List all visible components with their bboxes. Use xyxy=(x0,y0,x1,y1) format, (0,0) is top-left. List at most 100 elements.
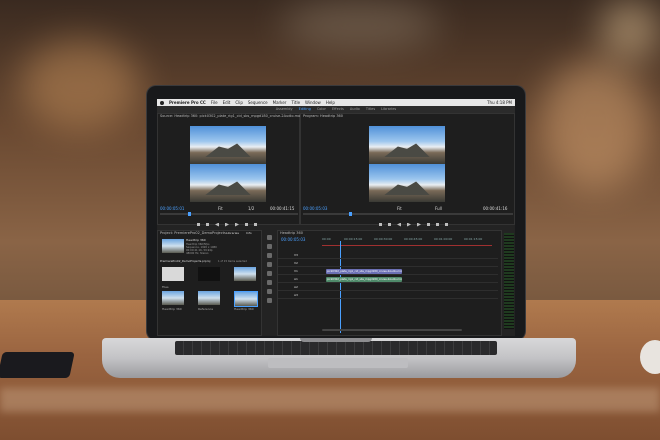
app-name[interactable]: Premiere Pro CC xyxy=(169,99,206,106)
program-mark-in-icon[interactable] xyxy=(379,223,382,226)
type-tool-icon[interactable] xyxy=(267,298,272,303)
background-bokeh xyxy=(540,60,650,190)
insert-icon[interactable] xyxy=(245,223,248,226)
source-resolution-select[interactable]: 1/2 xyxy=(248,206,254,211)
program-fit-select[interactable]: Fit xyxy=(397,206,402,211)
background-bokeh xyxy=(280,0,440,50)
program-transport-controls xyxy=(379,221,448,228)
ruler-tick-4: 00:01:00:00 xyxy=(434,237,453,241)
menu-help[interactable]: Help xyxy=(326,99,335,106)
bin-thumbnail-2[interactable] xyxy=(198,267,220,281)
laptop-hinge-notch xyxy=(300,338,372,342)
source-scrubber[interactable] xyxy=(160,213,298,215)
program-video-frame-top xyxy=(369,126,445,164)
workspace-editing[interactable]: Editing xyxy=(299,106,311,113)
timeline-work-area-bar[interactable] xyxy=(322,245,492,246)
workspace-assembly[interactable]: Assembly xyxy=(276,106,293,113)
workspace-titles[interactable]: Titles xyxy=(366,106,375,113)
track-a2: A2 xyxy=(278,285,498,291)
program-video-frame-bottom xyxy=(369,164,445,202)
bin-thumbnail-3[interactable] xyxy=(234,267,256,281)
slip-tool-icon[interactable] xyxy=(267,271,272,276)
program-play-icon[interactable] xyxy=(407,222,411,227)
source-monitor-title[interactable]: Source: Headtrip 360: pick0302_plate_rig… xyxy=(160,114,300,119)
overwrite-icon[interactable] xyxy=(254,223,257,226)
workspace-bar: Assembly Editing Color Effects Audio Tit… xyxy=(157,106,515,113)
step-forward-icon[interactable] xyxy=(235,222,239,227)
source-timecode[interactable]: 00:00:05:01 xyxy=(160,206,184,211)
program-step-back-icon[interactable] xyxy=(397,223,401,227)
item-count: 1 of 15 items selected xyxy=(218,260,247,263)
timeline-scrollbar[interactable] xyxy=(322,329,462,331)
program-monitor-title[interactable]: Program: Headtrip 360 xyxy=(303,114,343,119)
pen-tool-icon[interactable] xyxy=(267,280,272,285)
ruler-tick-1: 00:00:15:00 xyxy=(344,237,363,241)
source-monitor: Source: Headtrip 360: pick0302_plate_rig… xyxy=(157,113,300,225)
workspace-libraries[interactable]: Libraries xyxy=(381,106,396,113)
program-resolution-select[interactable]: Full xyxy=(435,206,442,211)
bin-label-reference: Reference xyxy=(198,307,214,311)
menu-window[interactable]: Window xyxy=(305,99,321,106)
hand-tool-icon[interactable] xyxy=(267,289,272,294)
menu-title[interactable]: Title xyxy=(291,99,300,106)
ruler-tick-2: 00:00:30:00 xyxy=(374,237,393,241)
track-v2: V2 xyxy=(278,261,498,267)
program-duration: 00:00:41:16 xyxy=(483,206,508,211)
extract-icon[interactable] xyxy=(436,223,439,226)
mark-out-icon[interactable] xyxy=(206,223,209,226)
timeline-timecode[interactable]: 00:00:05:03 xyxy=(281,237,305,242)
workspace-effects[interactable]: Effects xyxy=(332,106,344,113)
menu-edit[interactable]: Edit xyxy=(223,99,231,106)
background-bokeh xyxy=(20,40,140,130)
program-playhead[interactable] xyxy=(349,212,352,216)
clip-meta-4: 48000 Hz, Stereo xyxy=(186,252,209,255)
project-panel-title[interactable]: Project: PremierePro02_DemoProjects xyxy=(160,231,226,236)
bin-thumbnail-5[interactable] xyxy=(198,291,220,305)
libraries-tab[interactable]: Libraries xyxy=(226,231,239,236)
workspace-audio[interactable]: Audio xyxy=(350,106,360,113)
source-fit-select[interactable]: Fit xyxy=(218,206,223,211)
mark-in-icon[interactable] xyxy=(197,223,200,226)
program-timecode[interactable]: 00:00:05:03 xyxy=(303,206,327,211)
selection-tool-icon[interactable] xyxy=(267,235,272,240)
menubar-clock: Thu 4:18 PM xyxy=(487,100,512,105)
project-file-name: PremierePro02_DemoProjects.prproj xyxy=(160,259,211,263)
program-scrubber[interactable] xyxy=(303,213,513,215)
track-a3: A3 xyxy=(278,293,498,299)
tools-panel xyxy=(267,235,272,303)
menu-marker[interactable]: Marker xyxy=(273,99,287,106)
timeline-panel: Headtrip 360 00:00:05:03 00:00 00:00:15:… xyxy=(277,230,502,336)
audio-clip[interactable]: pick0302_plate_rig1_cid_sbs_mpgd180_crui… xyxy=(326,277,402,282)
timeline-title[interactable]: Headtrip 360 xyxy=(280,231,303,236)
apple-icon[interactable] xyxy=(160,100,164,105)
bin-thumbnail-4[interactable] xyxy=(162,291,184,305)
menu-clip[interactable]: Clip xyxy=(235,99,243,106)
bin-files-thumbnail[interactable] xyxy=(162,267,184,281)
ripple-edit-tool-icon[interactable] xyxy=(267,253,272,258)
audio-meter-right xyxy=(510,233,514,329)
laptop-screen: Premiere Pro CC File Edit Clip Sequence … xyxy=(157,99,515,336)
play-icon[interactable] xyxy=(225,222,229,227)
razor-tool-icon[interactable] xyxy=(267,262,272,267)
menu-file[interactable]: File xyxy=(211,99,218,106)
lift-icon[interactable] xyxy=(427,223,430,226)
source-playhead[interactable] xyxy=(188,212,191,216)
clip-thumbnail[interactable] xyxy=(162,239,184,253)
info-tab[interactable]: Info xyxy=(246,231,252,236)
ruler-tick-5: 00:01:15:00 xyxy=(464,237,483,241)
bin-thumbnail-6[interactable] xyxy=(234,291,258,307)
menu-bar: Premiere Pro CC File Edit Clip Sequence … xyxy=(157,99,515,106)
program-step-forward-icon[interactable] xyxy=(417,222,421,227)
workspace-color[interactable]: Color xyxy=(317,106,326,113)
bin-label-headtrip: Headtrip 360 xyxy=(162,307,182,311)
video-clip[interactable]: pick0302_plate_rig1_cid_sbs_mpgd180_crui… xyxy=(326,269,402,274)
background-bokeh xyxy=(600,0,660,60)
bin-label-files: Files xyxy=(162,285,169,289)
step-back-icon[interactable] xyxy=(215,223,219,227)
project-panel: Project: PremierePro02_DemoProjects Libr… xyxy=(157,230,262,336)
menu-sequence[interactable]: Sequence xyxy=(248,99,268,106)
bin-label-headtrip-2: Headtrip 360 xyxy=(234,307,254,311)
export-frame-icon[interactable] xyxy=(445,223,448,226)
track-select-tool-icon[interactable] xyxy=(267,244,272,249)
program-mark-out-icon[interactable] xyxy=(388,223,391,226)
